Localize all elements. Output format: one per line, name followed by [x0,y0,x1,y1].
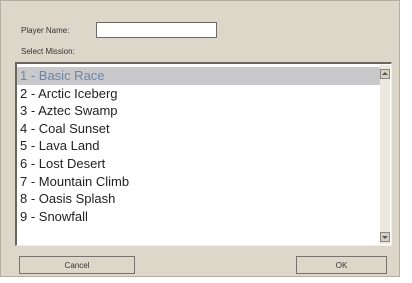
mission-select-dialog: Player Name: Select Mission: 1 - Basic R… [0,0,400,277]
scroll-up-icon [382,72,388,75]
mission-list-items: 1 - Basic Race 2 - Arctic Iceberg 3 - Az… [17,67,385,225]
mission-item[interactable]: 1 - Basic Race [17,67,385,85]
scroll-up-button[interactable] [380,69,390,79]
ok-button[interactable]: OK [296,256,387,274]
player-name-input[interactable] [96,22,217,38]
scroll-down-icon [382,236,388,239]
select-mission-label: Select Mission: [21,47,75,56]
mission-item[interactable]: 6 - Lost Desert [17,155,385,173]
mission-item[interactable]: 8 - Oasis Splash [17,190,385,208]
cancel-button[interactable]: Cancel [19,256,135,274]
mission-item[interactable]: 2 - Arctic Iceberg [17,85,385,103]
mission-item[interactable]: 7 - Mountain Climb [17,173,385,191]
scroll-down-button[interactable] [380,232,390,242]
mission-item[interactable]: 5 - Lava Land [17,137,385,155]
mission-item[interactable]: 4 - Coal Sunset [17,120,385,138]
player-name-label: Player Name: [21,26,70,35]
mission-item[interactable]: 3 - Aztec Swamp [17,102,385,120]
mission-list: 1 - Basic Race 2 - Arctic Iceberg 3 - Az… [15,62,392,246]
mission-item[interactable]: 9 - Snowfall [17,208,385,226]
mission-list-scrollbar[interactable] [380,65,390,244]
